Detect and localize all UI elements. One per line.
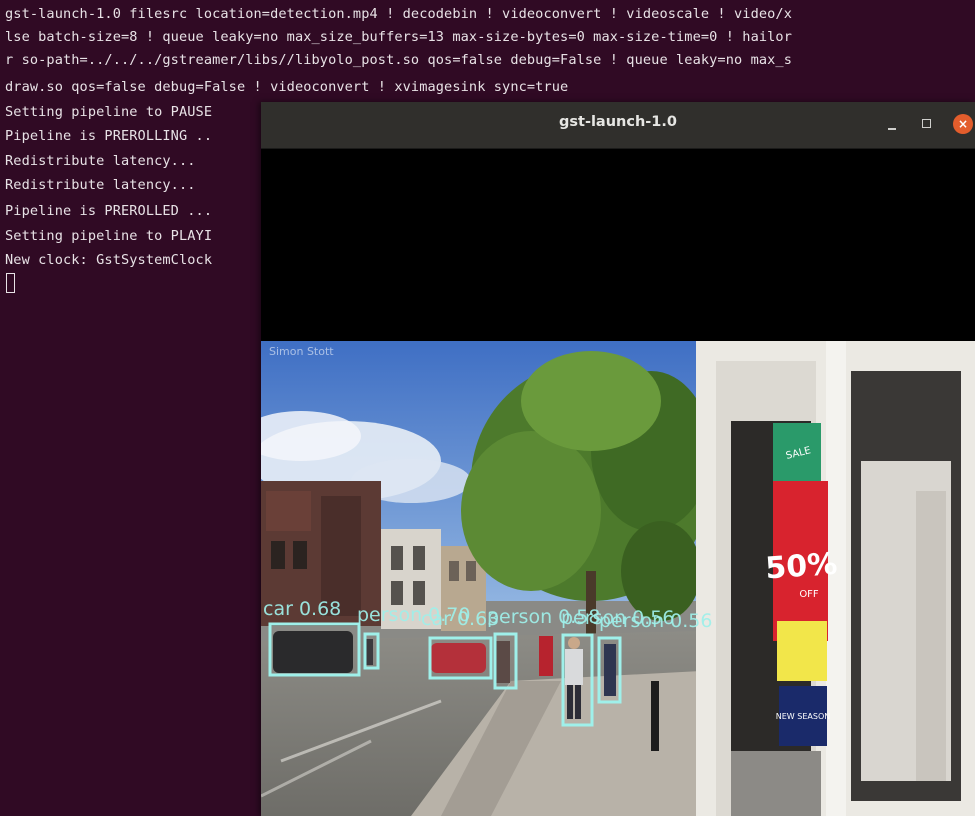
shopfront: SALE 50% OFF NEW SEASON	[696, 341, 975, 816]
street-scene: SALE 50% OFF NEW SEASON car 0.68 person …	[261, 341, 975, 816]
car-dark	[273, 631, 353, 673]
maximize-icon[interactable]	[917, 114, 937, 134]
window-title: gst-launch-1.0	[559, 114, 677, 130]
percent-sign-text: 50%	[764, 547, 838, 587]
percent-sub-text: OFF	[799, 589, 819, 600]
terminal-line: Redistribute latency...	[5, 177, 196, 193]
detection-label: person 0.56	[599, 610, 712, 632]
terminal-cursor	[6, 273, 15, 293]
terminal-line: New clock: GstSystemClock	[5, 252, 213, 268]
detection-label: car 0.68	[263, 598, 341, 620]
terminal-line: Pipeline is PREROLLED ...	[5, 203, 213, 219]
terminal-line: Setting pipeline to PLAYI	[5, 228, 213, 244]
terminal-line: Setting pipeline to PAUSE	[5, 104, 213, 120]
terminal-line: lse batch-size=8 ! queue leaky=no max_si…	[5, 29, 792, 45]
terminal-line: Pipeline is PREROLLING ..	[5, 128, 213, 144]
terminal-line: draw.so qos=false debug=False ! videocon…	[5, 79, 569, 95]
minimize-icon[interactable]	[883, 114, 903, 134]
postbox	[539, 636, 553, 676]
video-watermark: Simon Stott	[269, 345, 334, 358]
close-icon[interactable]: ×	[953, 114, 973, 134]
video-frame: SALE 50% OFF NEW SEASON car 0.68 person …	[261, 341, 975, 816]
bollard	[651, 681, 659, 751]
terminal-line: gst-launch-1.0 filesrc location=detectio…	[5, 6, 792, 22]
video-letterbox	[261, 149, 975, 341]
car-red	[431, 643, 486, 673]
poster-text: NEW SEASON	[776, 712, 830, 721]
terminal-line: r so-path=../../../gstreamer/libs//libyo…	[5, 52, 792, 68]
window-titlebar[interactable]: gst-launch-1.0 ×	[261, 102, 975, 149]
video-output-window[interactable]: gst-launch-1.0 × SALE 50% OFF NEW SEASON…	[261, 102, 975, 816]
terminal-line: Redistribute latency...	[5, 153, 196, 169]
